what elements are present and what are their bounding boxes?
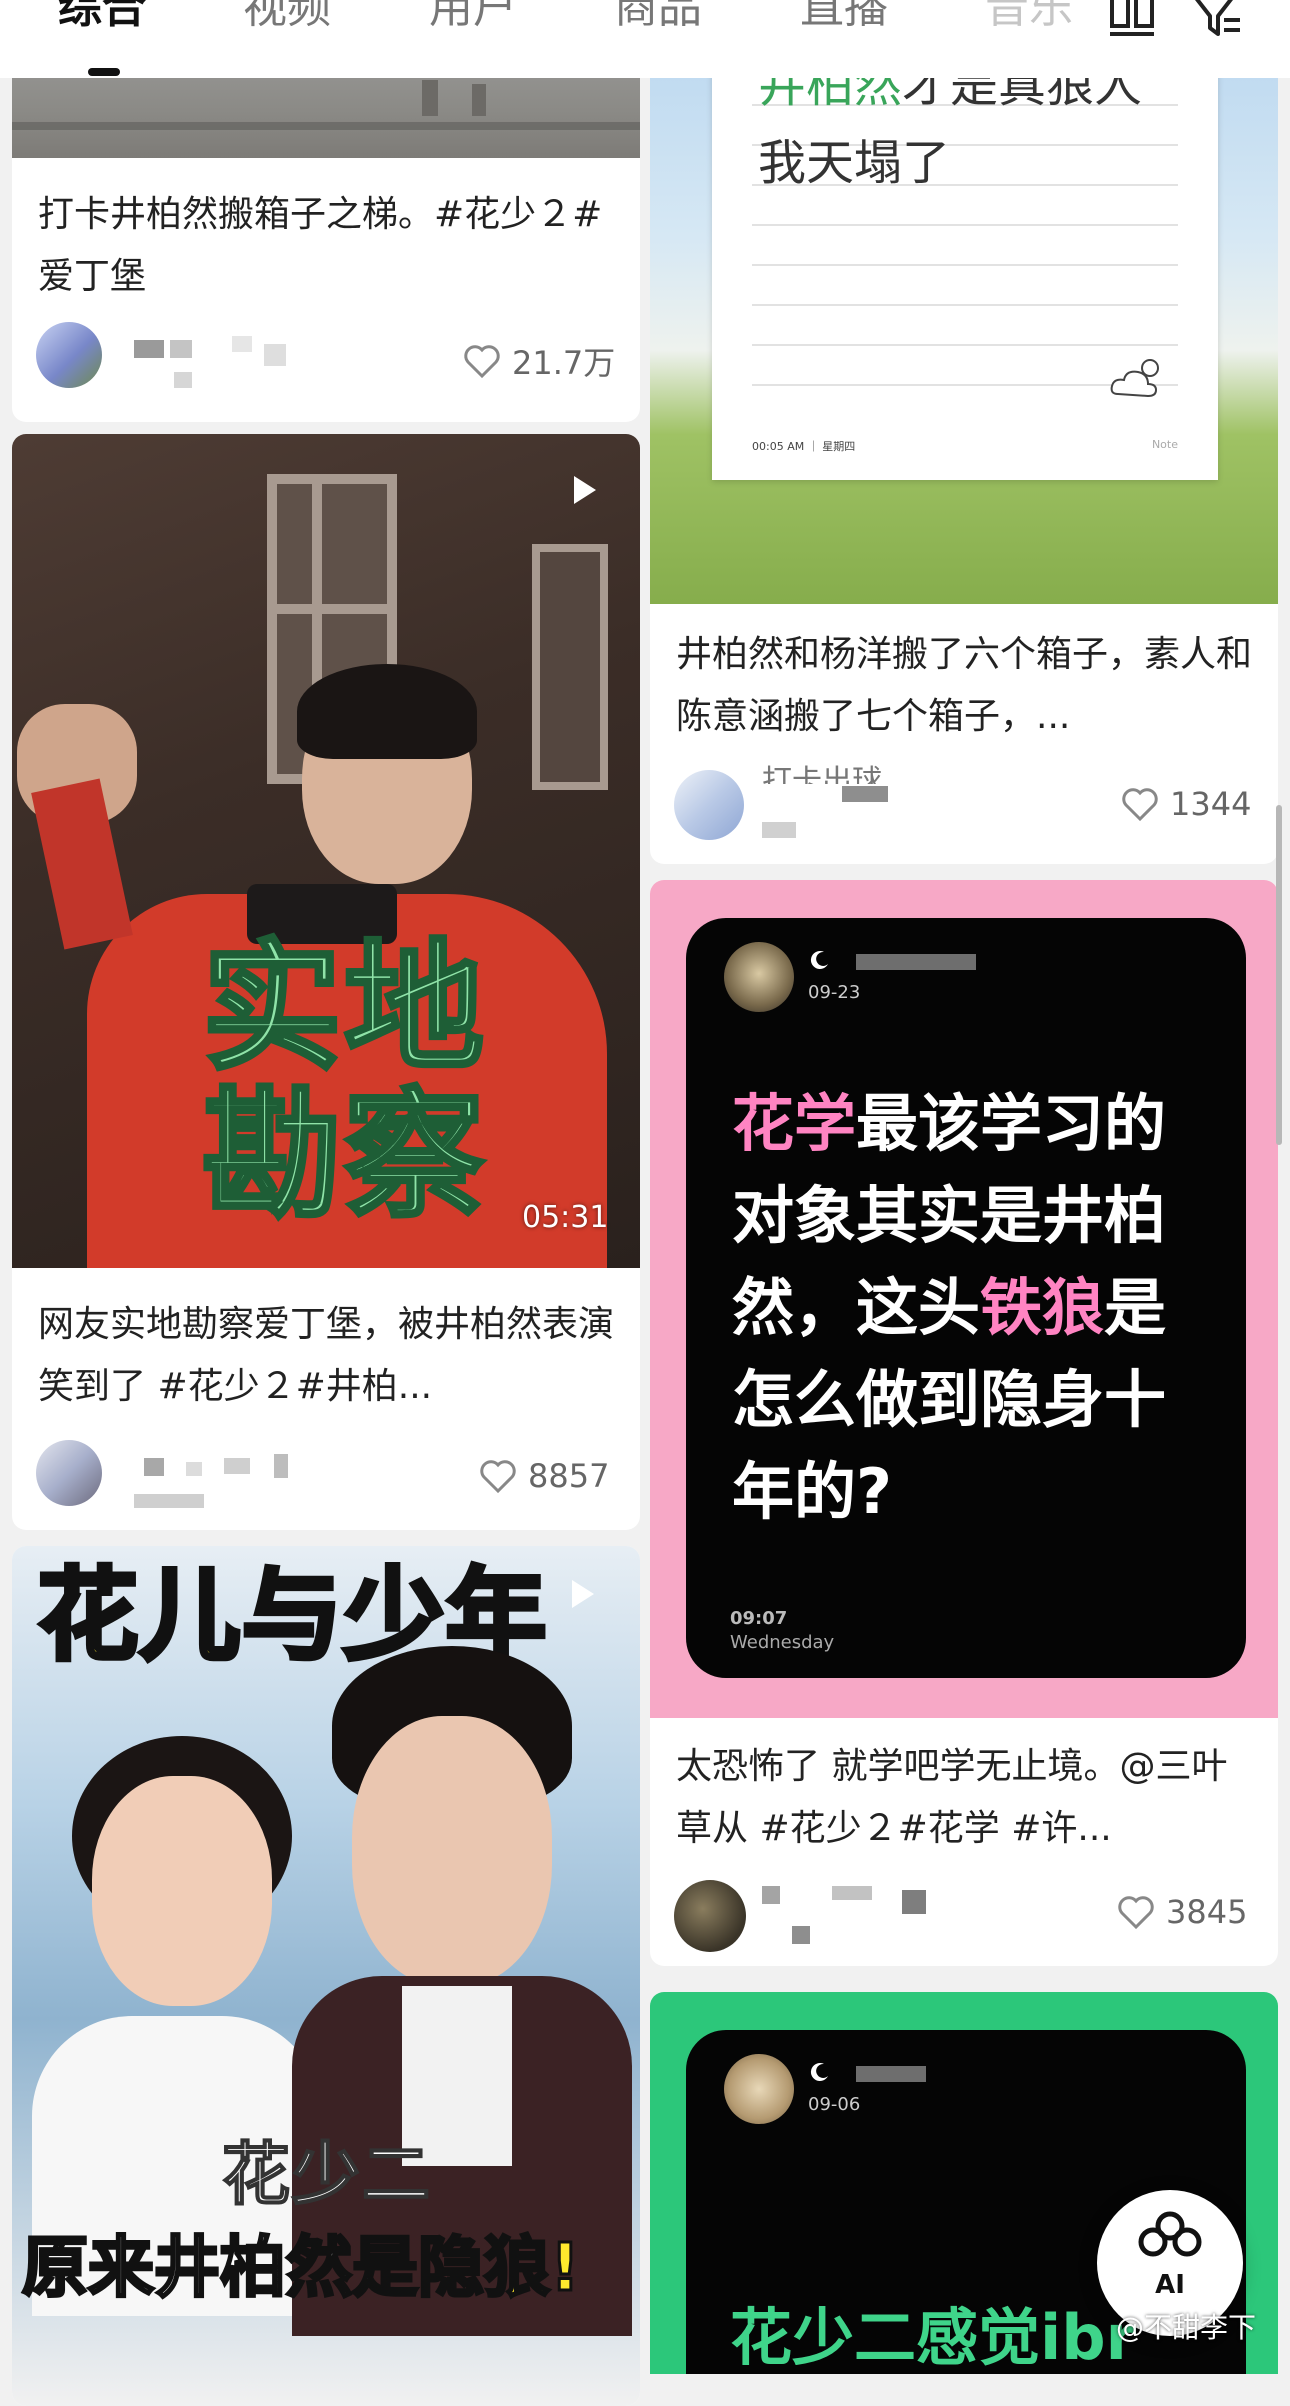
video-headline-part-1: 原来井柏然是 (21, 2228, 420, 2308)
like-count[interactable]: 1344 (1120, 784, 1251, 824)
ai-flower-icon (1138, 2211, 1202, 2257)
phone-screen: 09-23 花学最该学习的对象其实是井柏然，这头铁狼是怎么做到隐身十年的? 09… (686, 918, 1246, 1678)
video-duration: 05:31 (522, 1200, 609, 1235)
phone-weekday: Wednesday (730, 1632, 835, 1653)
post-caption: 网友实地勘察爱丁堡，被井柏然表演笑到了 #花少２#井柏... (38, 1304, 615, 1407)
active-tab-indicator (88, 68, 120, 76)
post-card-right-1[interactable]: 井柏然才是真狼人 我天塌了 00:05 AM ｜ 星期四 Note 井柏然和杨洋… (650, 40, 1278, 864)
post-caption: 井柏然和杨洋搬了六个箱子，素人和陈意涵搬了七个箱子，... (676, 634, 1253, 737)
scrollbar[interactable] (1276, 805, 1282, 1145)
tab-users[interactable]: 用户 (429, 0, 517, 38)
tab-music[interactable]: 音乐 (985, 0, 1073, 38)
phone-time: 09:07 (730, 1608, 788, 1629)
video-headline: 原来井柏然是隐狼! (21, 2226, 582, 2310)
post-card-left-1[interactable]: 打卡井柏然搬箱子之梯。#花少２#爱丁堡 21.7万 (12, 40, 640, 422)
poster-avatar (724, 942, 794, 1012)
phone-text-partial: 花少二感觉ibr (730, 2301, 1137, 2374)
tab-comprehensive[interactable]: 综合 (58, 0, 146, 38)
post-caption: 太恐怖了 就学吧学无止境。@三叶草从 #花少２#花学 #许... (676, 1746, 1228, 1849)
post-caption: 打卡井柏然搬箱子之梯。#花少２#爱丁堡 (38, 194, 603, 297)
tab-video[interactable]: 视频 (243, 0, 331, 38)
post-card-left-2[interactable]: 实地 勘察 05:31 网友实地勘察爱丁堡，被井柏然表演笑到了 #花少２#井柏.… (12, 434, 640, 1530)
post-card-left-3[interactable]: 花儿与少年 花少二 原来井柏然是隐狼! (12, 1546, 640, 2406)
post-date: 09-23 (808, 982, 861, 1003)
video-headline-part-2: 隐狼 (417, 2228, 552, 2308)
watermark: @不甜李下 (1116, 2311, 1257, 2344)
phone-text-highlight-2: 铁狼 (980, 1271, 1105, 1344)
video-thumbnail: 实地 勘察 05:31 (12, 434, 640, 1268)
moon-icon (810, 951, 828, 970)
moon-icon (810, 2063, 828, 2082)
like-count-value: 1344 (1170, 785, 1252, 823)
author-avatar[interactable] (674, 770, 744, 840)
heart-icon (1118, 1896, 1154, 1930)
author-name-blurred[interactable] (762, 1886, 942, 1946)
note-paper: 井柏然才是真狼人 我天塌了 00:05 AM ｜ 星期四 Note (712, 40, 1218, 480)
video-subtitle: 花少二 (221, 2135, 433, 2216)
like-count[interactable]: 8857 (478, 1456, 609, 1496)
heart-icon (480, 1460, 516, 1494)
like-count[interactable]: 3845 (1116, 1892, 1247, 1932)
note-timestamp: 00:05 AM ｜ 星期四 (752, 440, 856, 453)
ai-button-label: AI (1155, 2270, 1185, 2300)
tab-products[interactable]: 商品 (614, 0, 702, 38)
note-line-2: 我天塌了 (758, 135, 951, 191)
post-date: 09-06 (808, 2094, 861, 2115)
author-name-blurred[interactable] (124, 1454, 304, 1514)
tab-live[interactable]: 直播 (800, 0, 888, 38)
like-count-value: 3845 (1166, 1893, 1248, 1931)
grid-layout-icon[interactable] (1106, 0, 1158, 46)
heart-icon (1122, 788, 1158, 822)
video-headline-part-3: ! (548, 2228, 581, 2308)
note-label: Note (1151, 438, 1178, 451)
post-image: 09-23 花学最该学习的对象其实是井柏然，这头铁狼是怎么做到隐身十年的? 09… (650, 880, 1278, 1718)
heart-icon (464, 345, 500, 379)
video-overlay-title-1: 实地 (200, 927, 487, 1090)
video-thumbnail: 花儿与少年 花少二 原来井柏然是隐狼! (12, 1546, 640, 2406)
poster-avatar (724, 2054, 794, 2124)
author-name-blurred[interactable] (124, 336, 304, 396)
cloud-sun-icon (1110, 359, 1159, 398)
author-name-blurred (762, 786, 942, 846)
author-avatar[interactable] (674, 1880, 746, 1952)
author-name-partial[interactable]: 打卡出球 (762, 762, 882, 784)
search-tab-bar: 综合 视频 用户 商品 直播 音乐 (0, 0, 1290, 78)
author-avatar[interactable] (36, 322, 102, 388)
like-count-value: 21.7万 (512, 344, 616, 382)
like-count-value: 8857 (528, 1457, 610, 1495)
author-avatar[interactable] (36, 1440, 102, 1506)
filter-icon[interactable] (1192, 0, 1244, 46)
play-icon (572, 1580, 594, 1608)
like-count[interactable]: 21.7万 (462, 338, 615, 384)
phone-text: 花学最该学习的对象其实是井柏然，这头铁狼是怎么做到隐身十年的? (732, 1078, 1216, 1538)
post-card-right-2[interactable]: 09-23 花学最该学习的对象其实是井柏然，这头铁狼是怎么做到隐身十年的? 09… (650, 880, 1278, 1966)
post-image: 井柏然才是真狼人 我天塌了 00:05 AM ｜ 星期四 Note (650, 40, 1278, 604)
video-overlay-title-2: 勘察 (200, 1075, 487, 1238)
play-icon (574, 476, 596, 504)
phone-text-highlight-1: 花学 (732, 1087, 857, 1160)
